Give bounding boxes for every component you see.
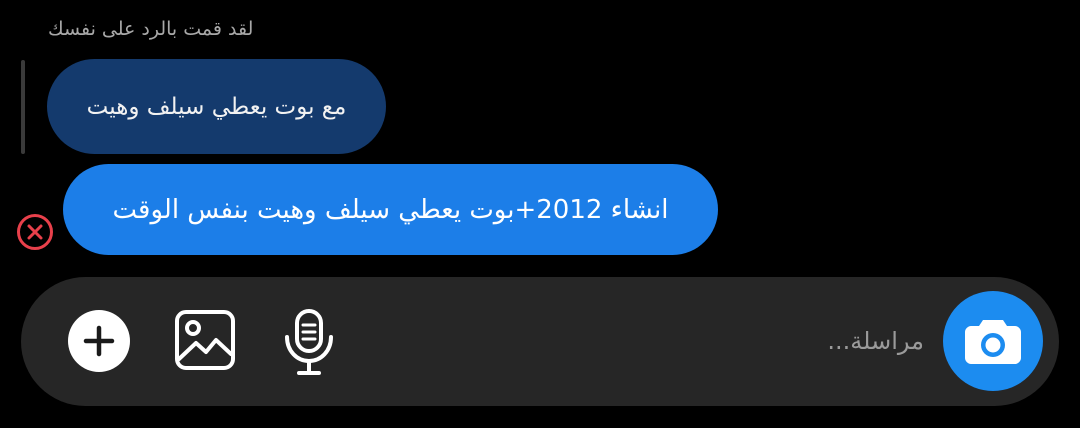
reply-label: لقد قمت بالرد على نفسك	[48, 18, 254, 40]
gallery-button[interactable]	[172, 307, 238, 373]
plus-icon	[68, 310, 130, 372]
sent-message-text: انشاء 2012+بوت يعطي سيلف وهيت بنفس الوقت	[112, 194, 669, 225]
quoted-message-text: مع بوت يعطي سيلف وهيت	[86, 93, 347, 120]
image-icon	[175, 310, 235, 370]
error-x-icon[interactable]	[16, 213, 54, 251]
microphone-icon	[285, 309, 333, 375]
microphone-button[interactable]	[281, 307, 337, 377]
reply-indicator-line	[21, 60, 25, 154]
message-composer	[21, 277, 1059, 406]
camera-icon	[965, 320, 1021, 364]
camera-button[interactable]	[943, 291, 1043, 391]
message-input[interactable]	[361, 319, 924, 363]
sent-message-bubble[interactable]: انشاء 2012+بوت يعطي سيلف وهيت بنفس الوقت	[63, 164, 718, 255]
add-button[interactable]	[68, 310, 130, 372]
quoted-message-bubble[interactable]: مع بوت يعطي سيلف وهيت	[47, 59, 386, 154]
